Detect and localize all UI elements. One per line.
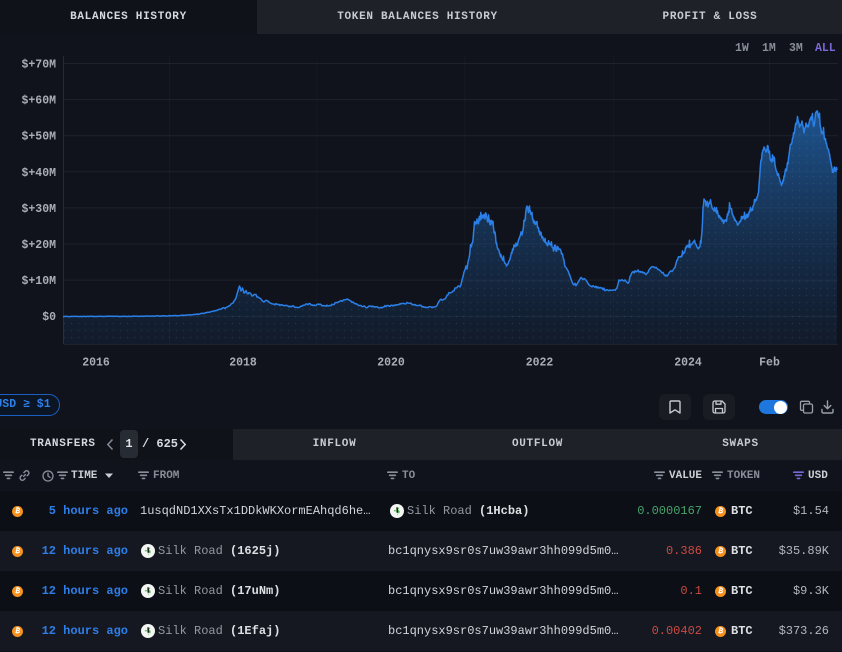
svg-text:$+70M: $+70M (21, 59, 56, 72)
svg-text:$+20M: $+20M (21, 239, 56, 252)
svg-text:Feb: Feb (759, 357, 780, 370)
svg-text:2024: 2024 (674, 357, 702, 370)
svg-text:$+10M: $+10M (21, 275, 56, 288)
svg-text:$+50M: $+50M (21, 131, 56, 144)
svg-text:$+60M: $+60M (21, 95, 56, 108)
svg-text:$0: $0 (42, 311, 56, 324)
svg-text:2020: 2020 (377, 357, 405, 370)
svg-text:$+30M: $+30M (21, 203, 56, 216)
svg-text:2022: 2022 (526, 357, 554, 370)
svg-text:2018: 2018 (229, 357, 257, 370)
svg-text:2016: 2016 (82, 357, 110, 370)
svg-text:$+40M: $+40M (21, 167, 56, 180)
